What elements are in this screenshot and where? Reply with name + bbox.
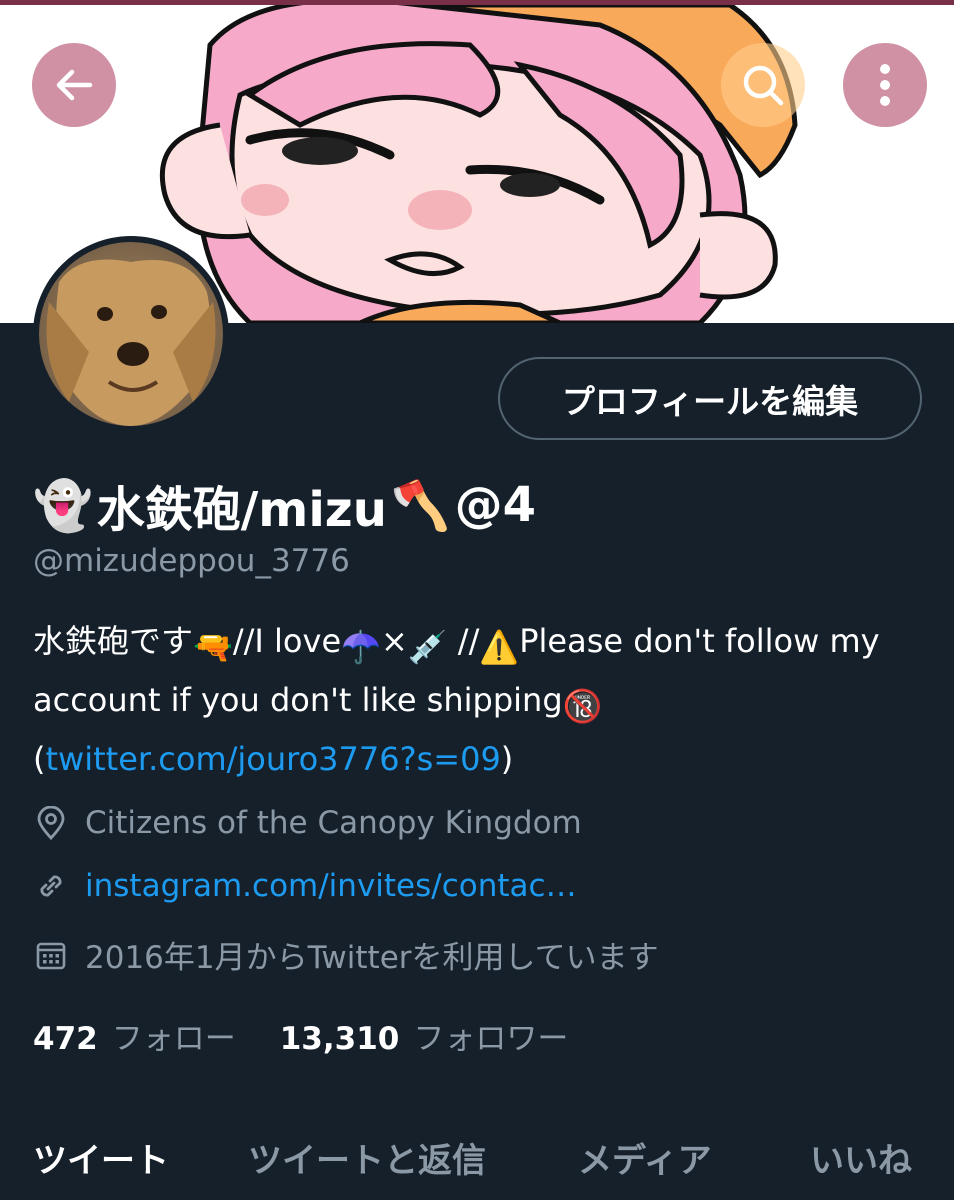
more-options-button[interactable] — [843, 43, 927, 127]
profile-bio: 水鉄砲です🔫//I love☂️×💉 //⚠️Please don't foll… — [33, 615, 923, 786]
followers-label[interactable]: フォロワー — [413, 1013, 568, 1058]
tab-media[interactable]: メディア — [578, 1133, 712, 1182]
join-date-text: 2016年1月からTwitterを利用しています — [85, 940, 659, 976]
more-vertical-icon — [880, 64, 890, 106]
bio-text: // — [447, 622, 480, 660]
profile-tabs: ツイート ツイートと返信 メディア いいね — [0, 1125, 954, 1200]
axe-emoji: 🪓 — [390, 477, 451, 534]
link-icon — [33, 868, 69, 904]
no-under-18-emoji: 🔞 — [562, 687, 603, 725]
profile-website: instagram.com/invites/contac… — [33, 868, 577, 904]
search-icon — [743, 65, 784, 106]
profile-join-date: 2016年1月からTwitterを利用しています — [33, 932, 659, 977]
edit-profile-button[interactable]: プロフィールを編集 — [498, 357, 922, 440]
calendar-icon — [33, 937, 69, 973]
search-button[interactable] — [721, 43, 805, 127]
following-label[interactable]: フォロー — [112, 1013, 236, 1058]
following-count[interactable]: 472 — [33, 1021, 98, 1057]
display-name-suffix: @4 — [454, 477, 537, 533]
bio-link[interactable]: twitter.com/jouro3776?s=09 — [45, 740, 500, 778]
bio-text: ( — [33, 740, 46, 778]
location-text: Citizens of the Canopy Kingdom — [85, 805, 582, 841]
back-button[interactable] — [32, 43, 116, 127]
warning-emoji: ⚠️ — [479, 628, 520, 666]
tab-tweets[interactable]: ツイート — [33, 1133, 169, 1182]
follow-stats: 472 フォロー 13,310 フォロワー — [33, 1013, 612, 1058]
bio-text: 水鉄砲です — [33, 622, 194, 660]
location-pin-icon — [33, 805, 69, 841]
followers-count[interactable]: 13,310 — [280, 1021, 400, 1057]
display-name-text: 水鉄砲/mizu — [96, 482, 387, 538]
bio-text: ) — [500, 740, 514, 778]
user-handle: @mizudeppou_3776 — [33, 543, 350, 579]
arrow-left-icon — [56, 69, 93, 101]
water-gun-emoji: 🔫 — [193, 628, 233, 666]
display-name: 👻 水鉄砲/mizu 🪓 @4 — [33, 470, 536, 540]
website-link[interactable]: instagram.com/invites/contac… — [85, 868, 577, 904]
avatar[interactable] — [33, 236, 229, 432]
dog-avatar-image — [39, 242, 223, 426]
bio-text: × — [380, 622, 408, 660]
umbrella-emoji: ☂️ — [341, 628, 381, 666]
syringe-emoji: 💉 — [407, 628, 448, 666]
tab-likes[interactable]: いいね — [810, 1133, 912, 1182]
ghost-emoji: 👻 — [33, 477, 93, 534]
profile-location: Citizens of the Canopy Kingdom — [33, 805, 582, 841]
bio-text: //I love — [232, 622, 342, 660]
tab-tweets-and-replies[interactable]: ツイートと返信 — [248, 1133, 486, 1182]
